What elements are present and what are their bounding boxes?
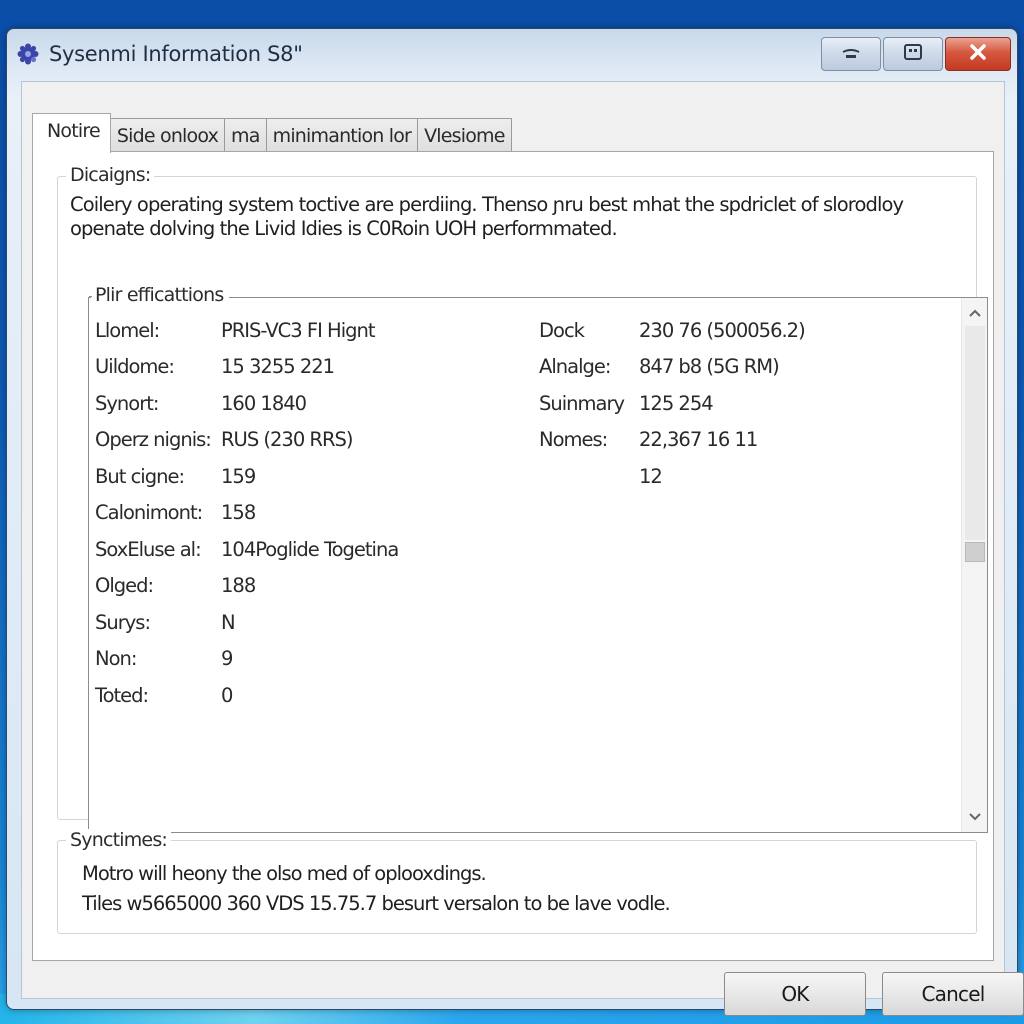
spec-value: RUS (230 RRS) [221,428,354,452]
ok-button[interactable]: OK [724,972,866,1016]
tab-minimantion-lor[interactable]: minimantion lor [265,118,419,152]
spec-key: Dock [539,318,585,342]
system-information-dialog: Sysenmi Information S8" Notire Side onlo… [6,28,1024,1016]
spec-value: 230 76 (500056.2) [639,318,806,342]
scrollbar-thumb[interactable] [965,542,985,562]
close-icon [968,42,988,66]
spec-value: N [221,610,236,634]
tab-strip: Notire Side onloox ma minimantion lor Vl… [32,113,512,153]
description-text: Coilery operating system toctive are per… [70,193,970,241]
specs-left-column: Llomel: PRIS-VC3 FI Hignt Uildome: 15 3255… [95,312,399,714]
sync-group: Synctimes: Motro will heony the olso med… [57,829,977,934]
spec-row: Toted: 0 [95,677,398,714]
spec-row: Dock 230 76 (500056.2) [539,312,806,349]
spec-value: PRIS-VC3 FI Hignt [221,318,376,342]
minimize-icon [840,45,862,64]
spec-row: Operz nignis: RUS (230 RRS) [95,422,398,459]
specs-right-column: Dock 230 76 (500056.2) Alnalge: 847 b8 (5G… [539,312,806,495]
tab-panel: Dicaigns: Coilery operating system tocti… [32,151,994,961]
spec-key: Synort: [95,391,159,415]
sync-text: Motro will heony the olso med of oplooxd… [82,859,671,919]
spec-key: Alnalge: [539,355,611,379]
spec-value: 188 [221,574,256,598]
spec-row: Alnalge: 847 b8 (5G RM) [539,349,805,386]
spec-value: 160 1840 [221,391,307,415]
spec-value: 9 [221,647,233,671]
spec-value: 0 [221,683,233,707]
window-title: Sysenmi Information S8" [49,42,303,66]
tab-side-onloox[interactable]: Side onloox [109,118,226,152]
dialog-client-area: Notire Side onloox ma minimantion lor Vl… [21,81,1024,1016]
close-button[interactable] [945,37,1011,71]
title-bar[interactable]: Sysenmi Information S8" [7,29,1017,81]
description-group: Dicaigns: Coilery operating system tocti… [57,164,988,833]
spec-row: Olged: 188 [95,568,398,605]
scroll-down-arrow-icon [969,810,981,824]
spec-key: Toted: [95,683,149,707]
spec-row: But cigne: 159 [95,458,398,495]
spec-value: 125 254 [639,391,714,415]
spec-value: 22,367 16 11 [639,428,758,452]
tab-ma[interactable]: ma [224,118,267,152]
spec-row: 12 [539,458,805,495]
spec-row: Surys: N [95,604,398,641]
spec-key: Calonimont: [95,501,203,525]
specifications-list[interactable]: Plir efficattions Llomel: PRIS-VC3 FI Hig… [88,284,988,833]
spec-row: Suinmary 125 254 [539,385,805,422]
spec-key: But cigne: [95,464,185,488]
spec-value: 847 b8 (5G RM) [639,355,780,379]
sync-group-label: Synctimes: [66,829,172,851]
vertical-scrollbar[interactable] [961,298,987,832]
spec-value: 15 3255 221 [221,355,335,379]
scrollbar-track[interactable] [965,326,985,540]
spec-row: Synort: 160 1840 [95,385,398,422]
minimize-button[interactable] [821,37,881,71]
spec-key: Surys: [95,610,151,634]
spec-row: Llomel: PRIS-VC3 FI Hignt [95,312,398,349]
description-line-1: Coilery operating system toctive are per… [70,193,904,216]
spec-value: 104Poglide Togetina [221,537,399,561]
scroll-down-button[interactable] [962,804,988,830]
spec-key: Suinmary [539,391,625,415]
sync-line-1: Motro will heony the olso med of oplooxd… [82,862,487,885]
maximize-button[interactable] [883,37,943,71]
specifications-label: Plir efficattions [88,284,230,306]
gear-cog-icon [17,43,39,65]
spec-key: Uildome: [95,355,175,379]
spec-value: 159 [221,464,256,488]
spec-value: 158 [221,501,256,525]
description-line-2: openate dolving the Livid Idies is C0Roi… [70,217,618,240]
scroll-up-button[interactable] [962,300,988,326]
tab-notire[interactable]: Notire [32,113,111,153]
spec-key: Llomel: [95,318,160,342]
spec-row: Nomes: 22,367 16 11 [539,422,805,459]
spec-row: SoxEluse al: 104Poglide Togetina [95,531,399,568]
tab-vlesiome[interactable]: Vlesiome [417,118,512,152]
spec-key: Non: [95,647,137,671]
spec-row: Non: 9 [95,641,398,678]
restore-icon [903,43,923,65]
description-group-label: Dicaigns: [66,164,155,186]
spec-key: SoxEluse al: [95,537,202,561]
spec-key: Operz nignis: [95,428,212,452]
spec-value: 12 [639,464,663,488]
spec-key: Nomes: [539,428,608,452]
spec-row: Calonimont: 158 [95,495,398,532]
cancel-button[interactable]: Cancel [882,972,1024,1016]
caption-buttons [821,37,1011,71]
sync-line-2: Tiles w5665000 360 VDS 15.75.7 besurt ve… [82,892,671,915]
spec-key: Olged: [95,574,154,598]
spec-row: Uildome: 15 3255 221 [95,349,398,386]
scroll-up-arrow-icon [969,306,981,320]
